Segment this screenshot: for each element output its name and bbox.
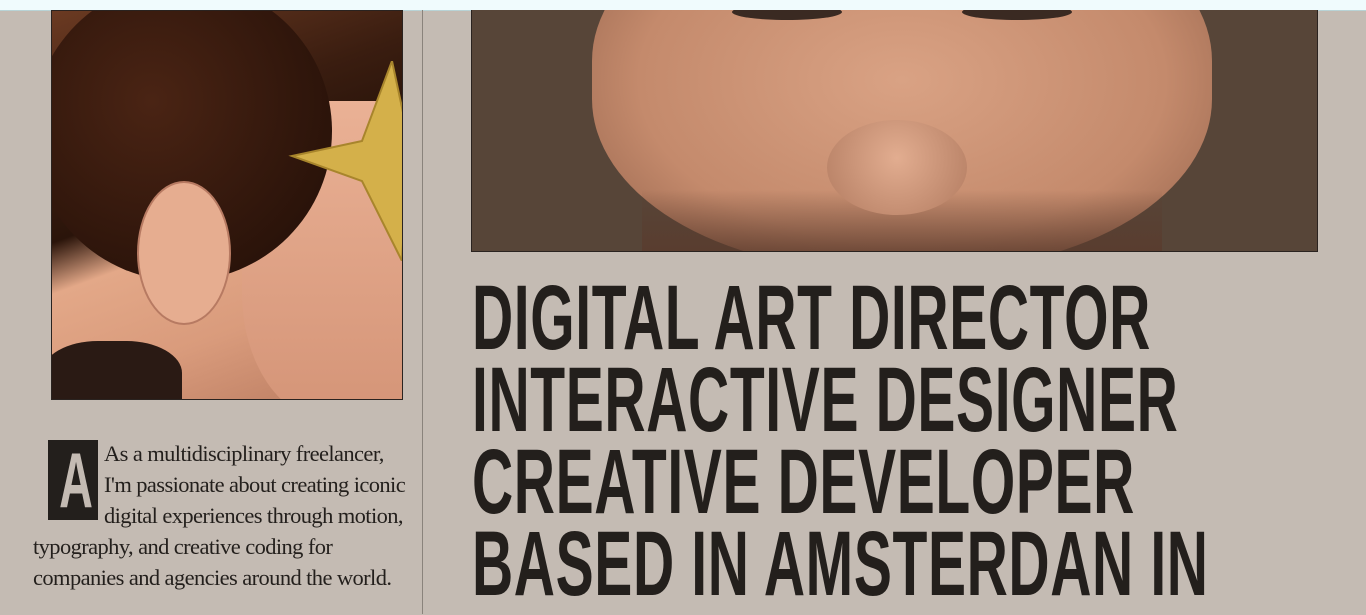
headline-line: BASED IN AMSTERDAN IN	[472, 513, 1209, 615]
column-divider	[422, 10, 423, 614]
intro-paragraph: A As a multidisciplinary freelancer, I'm…	[33, 438, 413, 593]
headline-line: DIGITAL ART DIRECTOR	[472, 267, 1151, 369]
headline-line: INTERACTIVE DESIGNER	[472, 349, 1179, 451]
portrait-illustration-side	[51, 10, 403, 400]
headline-line: CREATIVE DEVELOPER	[472, 431, 1136, 533]
portrait-illustration-face	[471, 10, 1318, 252]
drop-cap: A	[48, 440, 98, 520]
headline: DIGITAL ART DIRECTOR INTERACTIVE DESIGNE…	[472, 267, 1209, 615]
star-icon	[288, 61, 402, 261]
